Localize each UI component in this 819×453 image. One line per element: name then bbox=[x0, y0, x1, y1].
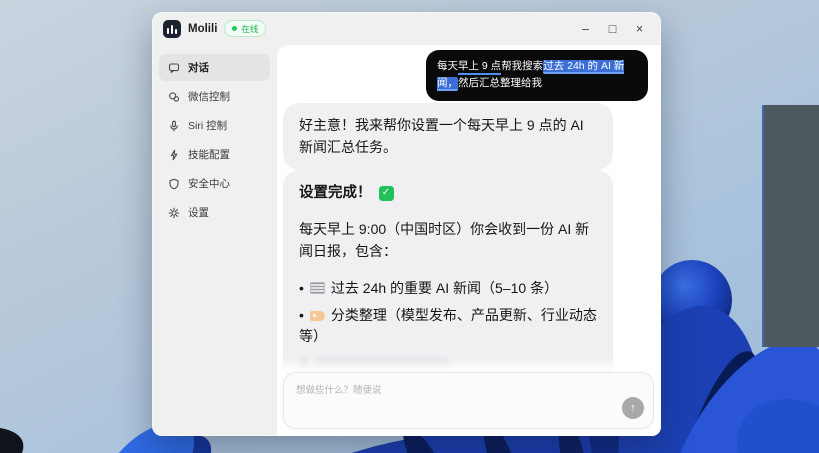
sidebar-item-2[interactable]: Siri 控制 bbox=[159, 112, 270, 139]
status-badge: 在线 bbox=[224, 20, 266, 37]
chat-panel: 每天早上 9 点帮我搜索过去 24h 的 AI 新闻，然后汇总整理给我 好主意！… bbox=[277, 45, 661, 436]
message-heading-text: 设置完成！ bbox=[299, 182, 372, 204]
message-input[interactable] bbox=[284, 373, 653, 428]
gear-icon bbox=[168, 207, 180, 219]
bullet-item: 分类整理（模型发布、产品更新、行业动态等） bbox=[299, 305, 597, 348]
assistant-message-bubble: 好主意！我来帮你设置一个每天早上 9 点的 AI 新闻汇总任务。 bbox=[283, 103, 613, 170]
message-heading: 设置完成！ ✓ bbox=[299, 182, 597, 204]
user-message-segment: 每天 bbox=[437, 60, 458, 72]
minimize-button[interactable]: – bbox=[572, 16, 599, 42]
arrow-up-icon: ↑ bbox=[630, 402, 636, 414]
tag-icon bbox=[310, 311, 325, 321]
lightning-icon bbox=[168, 149, 180, 161]
app-logo-icon bbox=[163, 20, 181, 38]
composer: ↑ bbox=[283, 372, 654, 429]
bullet-item: 过去 24h 的重要 AI 新闻（5–10 条） bbox=[299, 278, 597, 300]
bullet-list: 过去 24h 的重要 AI 新闻（5–10 条） 分类整理（模型发布、产品更新、行… bbox=[299, 278, 597, 348]
close-button[interactable]: × bbox=[626, 16, 653, 42]
sidebar-item-0[interactable]: 对话 bbox=[159, 54, 270, 81]
chat-icon bbox=[168, 62, 180, 74]
scroll-fade bbox=[277, 357, 661, 373]
online-dot-icon bbox=[232, 26, 237, 31]
assistant-message-text: 好主意！我来帮你设置一个每天早上 9 点的 AI 新闻汇总任务。 bbox=[299, 117, 584, 155]
status-badge-label: 在线 bbox=[241, 23, 258, 35]
user-message-bubble: 每天早上 9 点帮我搜索过去 24h 的 AI 新闻，然后汇总整理给我 bbox=[426, 50, 648, 101]
sidebar: 对话微信控制 Siri 控制技能配置安全中心设置 bbox=[152, 45, 277, 436]
titlebar[interactable]: Molili 在线 – □ × bbox=[152, 12, 661, 45]
sidebar-item-label: 安全中心 bbox=[188, 176, 230, 191]
sidebar-item-label: Siri 控制 bbox=[188, 118, 227, 133]
user-message-segment: 早上 9 点 bbox=[458, 60, 501, 75]
bullet-text: 分类整理（模型发布、产品更新、行业动态等） bbox=[299, 307, 597, 345]
check-mark-icon: ✓ bbox=[379, 186, 394, 201]
sidebar-item-label: 微信控制 bbox=[188, 89, 230, 104]
shield-icon bbox=[168, 178, 180, 190]
user-message-segment: 帮我搜索 bbox=[501, 60, 543, 72]
message-intro: 每天早上 9:00（中国时区）你会收到一份 AI 新闻日报，包含： bbox=[299, 219, 597, 262]
sidebar-item-label: 设置 bbox=[188, 205, 209, 220]
maximize-button[interactable]: □ bbox=[599, 16, 626, 42]
sidebar-item-label: 对话 bbox=[188, 60, 209, 75]
sidebar-item-1[interactable]: 微信控制 bbox=[159, 83, 270, 110]
sidebar-item-5[interactable]: 设置 bbox=[159, 199, 270, 226]
app-title: Molili bbox=[188, 23, 217, 35]
desktop: Molili 在线 – □ × 对话微信控制Siri 控制技能配置安全中心设置 … bbox=[0, 0, 819, 453]
microphone-icon bbox=[168, 120, 180, 132]
background-panel bbox=[762, 105, 819, 347]
user-message-segment: 然后汇总整理给我 bbox=[458, 77, 542, 89]
bullet-text: 过去 24h 的重要 AI 新闻（5–10 条） bbox=[331, 280, 558, 296]
sidebar-item-4[interactable]: 安全中心 bbox=[159, 170, 270, 197]
newspaper-icon bbox=[310, 282, 325, 294]
wechat-icon bbox=[168, 91, 180, 103]
assistant-message-bubble: 设置完成！ ✓ 每天早上 9:00（中国时区）你会收到一份 AI 新闻日报，包含… bbox=[283, 170, 613, 380]
sidebar-item-3[interactable]: 技能配置 bbox=[159, 141, 270, 168]
sidebar-item-label: 技能配置 bbox=[188, 147, 230, 162]
window-controls: – □ × bbox=[572, 16, 653, 42]
app-window: Molili 在线 – □ × 对话微信控制Siri 控制技能配置安全中心设置 … bbox=[152, 12, 661, 436]
send-button[interactable]: ↑ bbox=[622, 397, 644, 419]
